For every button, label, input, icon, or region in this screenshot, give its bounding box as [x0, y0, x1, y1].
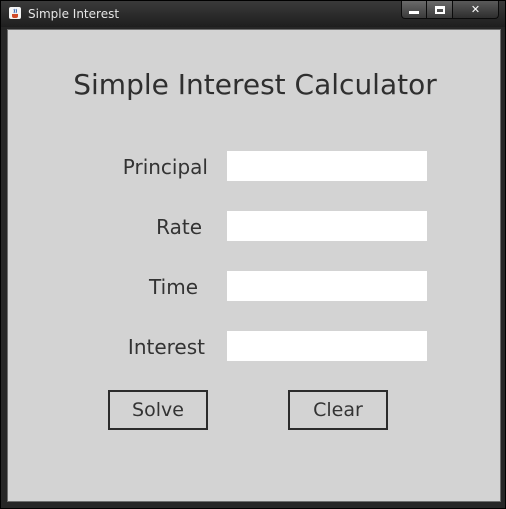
window-title: Simple Interest — [28, 7, 120, 21]
rate-field[interactable] — [227, 211, 427, 241]
principal-label: Principal — [122, 155, 208, 179]
time-field[interactable] — [227, 271, 427, 301]
close-icon: ✕ — [470, 3, 481, 16]
calculator-panel: Simple Interest Calculator Principal Rat… — [7, 29, 501, 502]
rate-label: Rate — [156, 215, 202, 239]
principal-field[interactable] — [227, 151, 427, 181]
page-title: Simple Interest Calculator — [73, 68, 437, 101]
app-window: Simple Interest ✕ Simple Interest Calcul… — [0, 0, 506, 509]
maximize-button[interactable] — [427, 1, 453, 19]
solve-button[interactable]: Solve — [108, 390, 208, 430]
minimize-button[interactable] — [401, 1, 427, 19]
minimize-icon — [409, 11, 419, 14]
title-bar[interactable]: Simple Interest ✕ — [1, 1, 505, 27]
interest-field[interactable] — [227, 331, 427, 361]
close-button[interactable]: ✕ — [453, 1, 499, 19]
clear-button[interactable]: Clear — [288, 390, 388, 430]
java-cup-icon — [9, 7, 21, 19]
interest-label: Interest — [127, 335, 205, 359]
window-controls: ✕ — [401, 1, 499, 20]
time-label: Time — [149, 275, 198, 299]
maximize-icon — [434, 5, 445, 14]
